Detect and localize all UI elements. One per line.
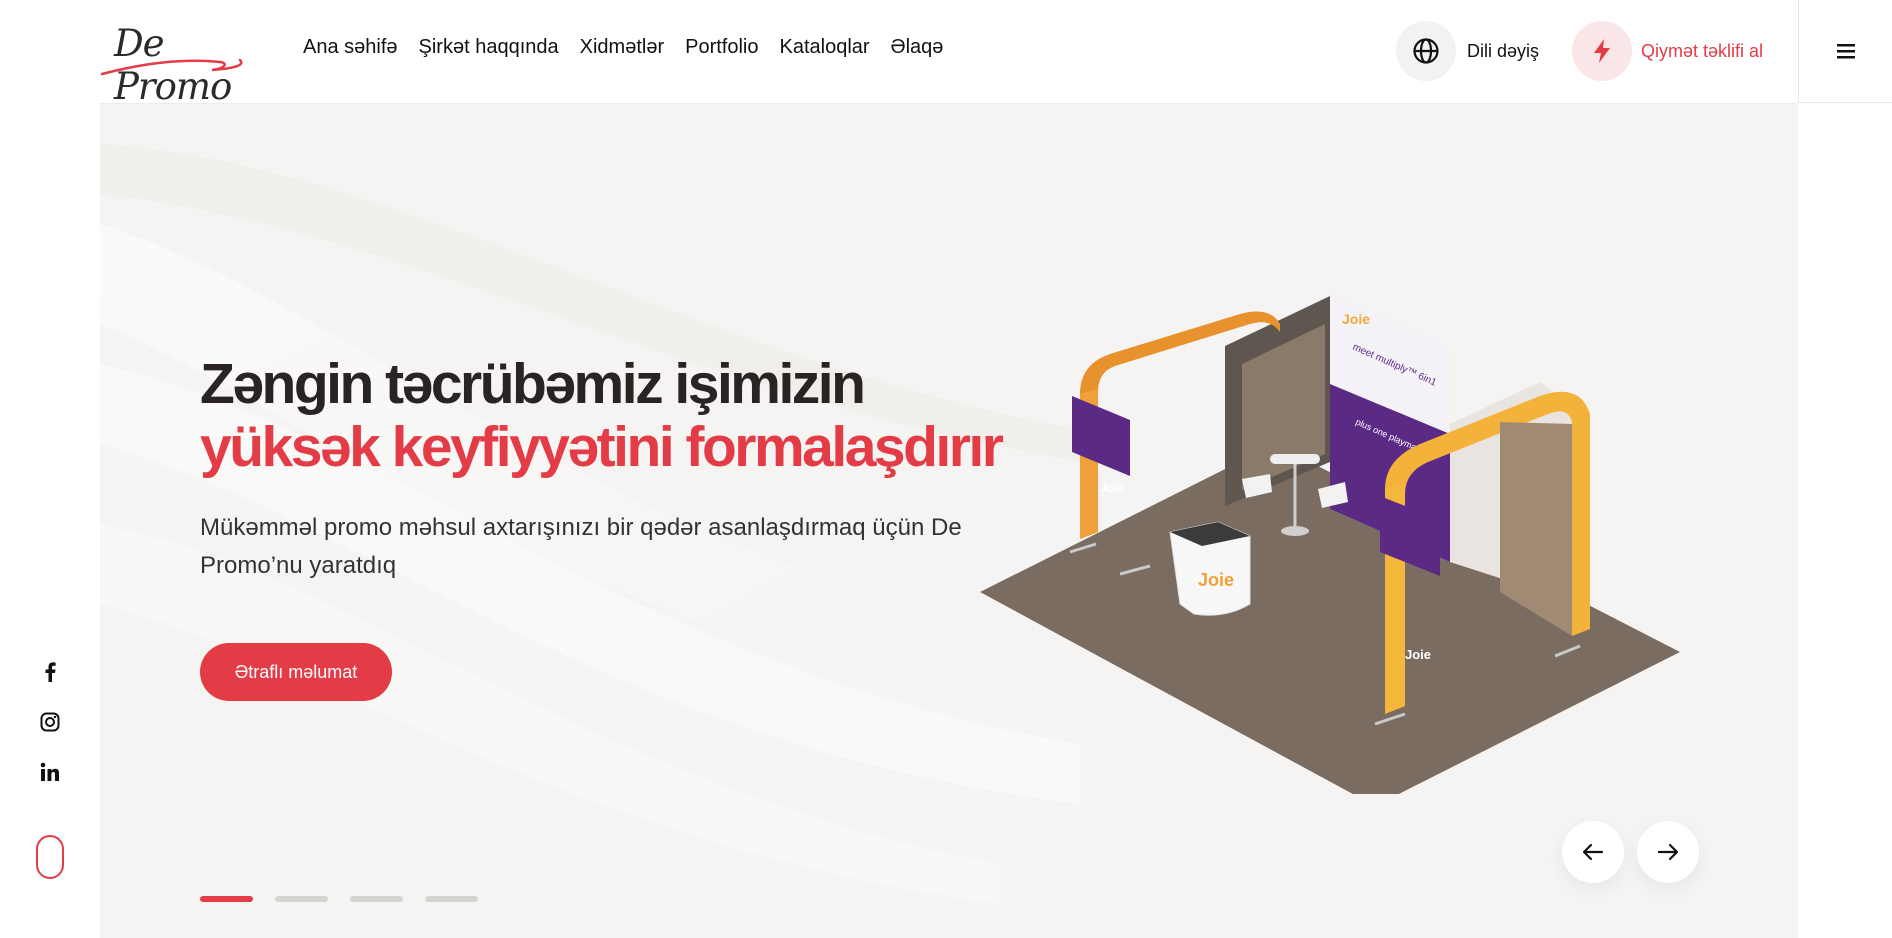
nav-about[interactable]: Şirkət haqqında <box>419 36 559 59</box>
scroll-indicator[interactable] <box>36 835 64 879</box>
logo-swoosh <box>100 58 243 76</box>
linkedin-icon <box>40 762 59 781</box>
slider-dot-3[interactable] <box>350 896 403 902</box>
instagram-icon <box>40 712 60 732</box>
facebook-link[interactable] <box>30 652 70 692</box>
language-switcher[interactable]: Dili dəyiş <box>1396 21 1539 81</box>
svg-text:Joie: Joie <box>1198 570 1234 590</box>
slider-prev-button[interactable] <box>1562 821 1624 883</box>
hamburger-menu-button[interactable] <box>1798 0 1892 103</box>
quote-icon-circle <box>1572 21 1632 81</box>
hero-title-line1: Zəngin təcrübəmiz işimizin <box>200 352 866 416</box>
facebook-icon <box>45 662 56 682</box>
slider-dot-1[interactable] <box>200 896 253 902</box>
nav-catalogs[interactable]: Kataloqlar <box>779 36 869 59</box>
lightning-icon <box>1594 39 1610 63</box>
nav-home[interactable]: Ana səhifə <box>303 36 398 59</box>
nav-portfolio[interactable]: Portfolio <box>685 36 758 59</box>
hero-title-line2: yüksək keyfiyyətini formalaşdırır <box>200 415 1004 479</box>
quote-label: Qiymət təklifi al <box>1641 40 1764 61</box>
nav-services[interactable]: Xidmətlər <box>580 36 664 59</box>
hero-slider: Zəngin təcrübəmiz işimizin yüksək keyfiy… <box>100 103 1798 938</box>
slider-pagination <box>200 896 478 902</box>
logo[interactable]: De Promo <box>100 20 245 108</box>
banner-brand-text: Joie <box>1342 311 1370 327</box>
exhibition-booth-image: Joie meet multiply™ 6in1 plus one playma… <box>980 292 1680 794</box>
svg-text:Joie: Joie <box>1405 647 1431 662</box>
language-label: Dili dəyiş <box>1467 40 1540 61</box>
slider-next-button[interactable] <box>1637 821 1699 883</box>
main-nav: Ana səhifə Şirkət haqqında Xidmətlər Por… <box>303 36 964 59</box>
arrow-left-icon <box>1582 843 1604 861</box>
language-icon-circle <box>1396 21 1456 81</box>
globe-icon <box>1413 38 1439 64</box>
site-header: De Promo Ana səhifə Şirkət haqqında Xidm… <box>0 0 1892 108</box>
slider-dot-2[interactable] <box>275 896 328 902</box>
hero-subtitle: Mükəmməl promo məhsul axtarışınızı bir q… <box>200 514 962 579</box>
quote-request-button[interactable]: Qiymət təklifi al <box>1572 21 1763 81</box>
nav-contact[interactable]: Əlaqə <box>891 36 944 59</box>
instagram-link[interactable] <box>30 702 70 742</box>
slider-dot-4[interactable] <box>425 896 478 902</box>
linkedin-link[interactable] <box>30 752 70 792</box>
arrow-right-icon <box>1657 843 1679 861</box>
svg-text:Joie: Joie <box>1100 481 1124 495</box>
menu-icon <box>1836 44 1855 59</box>
more-info-button[interactable]: Ətraflı məlumat <box>200 643 392 701</box>
